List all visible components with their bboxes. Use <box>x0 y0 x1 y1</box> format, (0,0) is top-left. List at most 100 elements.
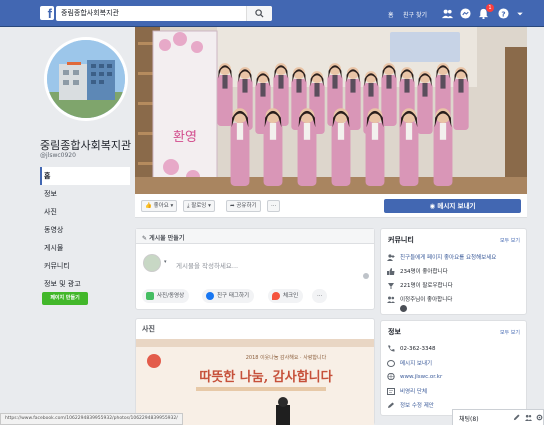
cover-person-shirt <box>296 79 302 93</box>
friend-avatar[interactable] <box>400 305 407 312</box>
location-pin-icon <box>272 292 280 300</box>
invite-friends-text: 친구들에게 페이지 좋아요를 요청해보세요 <box>400 255 497 261</box>
search-box[interactable]: 중림종합사회복지관 <box>56 6 272 21</box>
search-button[interactable] <box>246 6 272 21</box>
nav-item-home[interactable]: 홈 <box>40 167 130 185</box>
like-button[interactable]: 👍 좋아요 ▾ <box>141 200 178 212</box>
photo-video-chip[interactable]: 사진/동영상 <box>142 289 190 303</box>
svg-text:?: ? <box>501 9 505 18</box>
follow-icon <box>388 283 394 289</box>
cover-person-shirt <box>242 79 248 93</box>
cover-person-shirt <box>368 83 374 97</box>
search-input[interactable]: 중림종합사회복지관 <box>61 8 119 18</box>
cover-person-shirt <box>404 79 410 93</box>
cover-person-shirt <box>371 123 379 140</box>
friends-like-icon <box>387 296 395 303</box>
more-actions-button[interactable]: ··· <box>267 200 281 212</box>
chat-bar[interactable]: 채팅(8) <box>452 409 544 425</box>
cover-person-shirt <box>260 83 266 97</box>
globe-icon <box>387 373 395 380</box>
avatar-dropdown-icon[interactable]: ▾ <box>164 259 167 265</box>
nav-item-posts[interactable]: 게시물 <box>40 239 130 257</box>
post-composer: ✎ 게시물 만들기 ▾ 게시물을 작성하세요... 사진/동영상 친구 태그하기… <box>135 228 375 310</box>
invite-friends-row[interactable]: 친구들에게 페이지 좋아요를 요청해보세요 <box>387 253 496 261</box>
avatar[interactable] <box>143 254 161 272</box>
chat-label: 채팅(8) <box>459 416 479 423</box>
community-title: 커뮤니티 <box>388 236 414 244</box>
emoji-icon[interactable] <box>363 273 369 279</box>
category-row[interactable]: 비영리 단체 <box>387 387 427 395</box>
cover-photo[interactable]: 환영 <box>135 27 527 194</box>
friend-likes-text: 이정주님이 좋아합니다 <box>400 297 453 303</box>
page-handle: @jlswc0920 <box>40 152 76 159</box>
nav-item-info-ads[interactable]: 정보 및 광고 <box>40 275 130 293</box>
chat-settings-icon[interactable] <box>536 414 543 421</box>
suggest-edit-row[interactable]: 정보 수정 제안 <box>387 401 434 409</box>
thumbs-up-icon <box>387 268 395 275</box>
tag-friends-chip[interactable]: 친구 태그하기 <box>202 289 255 303</box>
invite-icon <box>387 254 395 261</box>
page-action-bar: 👍 좋아요 ▾ ⤓ 팔로잉 ▾ ➦ 공유하기 ··· ◉ 메시지 보내기 <box>135 194 527 218</box>
phone-icon <box>388 345 395 352</box>
photo-video-label: 사진/동영상 <box>157 293 185 299</box>
cover-person-shirt <box>440 75 446 89</box>
check-in-label: 체크인 <box>283 293 299 299</box>
cover-person-shirt <box>439 123 447 140</box>
composer-header[interactable]: ✎ 게시물 만들기 <box>136 229 374 244</box>
website-row[interactable]: www.jlswc.or.kr <box>387 373 442 380</box>
tag-friends-label: 친구 태그하기 <box>217 293 250 299</box>
share-button[interactable]: ➦ 공유하기 <box>226 200 261 212</box>
cover-person-shirt <box>236 123 244 140</box>
photo-banner-title: 따뜻한 나눔, 감사합니다 <box>199 369 332 385</box>
photos-title: 사진 <box>142 325 155 333</box>
category-icon <box>387 388 395 395</box>
likes-count-row: 234명이 좋아합니다 <box>387 267 448 275</box>
profile-picture[interactable] <box>44 37 128 121</box>
cover-person-shirt <box>222 75 228 89</box>
composer-more-button[interactable]: ··· <box>312 289 328 303</box>
friend-likes-row[interactable]: 이정주님이 좋아합니다 <box>387 295 452 303</box>
followers-count-row: 221명이 팔로우합니다 <box>387 281 453 289</box>
send-message-row[interactable]: 메시지 보내기 <box>387 359 432 367</box>
nav-item-videos[interactable]: 동영상 <box>40 221 130 239</box>
follow-button[interactable]: ⤓ 팔로잉 ▾ <box>183 200 215 212</box>
create-page-button[interactable]: 페이지 만들기 <box>42 292 88 305</box>
community-card: 커뮤니티 모두 보기 친구들에게 페이지 좋아요를 요청해보세요 234명이 좋… <box>380 228 527 315</box>
group-chat-icon[interactable] <box>525 414 532 421</box>
new-message-icon[interactable] <box>513 414 520 421</box>
followers-count-text: 221명이 팔로우합니다 <box>400 283 453 289</box>
cover-person-shirt <box>386 75 392 89</box>
messenger-outline-icon <box>387 360 395 367</box>
send-message-text: 메시지 보내기 <box>400 361 433 367</box>
phone-text: 02-362-3348 <box>400 346 436 352</box>
status-bar-url: https://www.facebook.com/106229483995593… <box>0 413 183 425</box>
cover-person-shirt <box>314 83 320 97</box>
nav-item-community[interactable]: 커뮤니티 <box>40 257 130 275</box>
help-icon[interactable]: ? <box>498 8 509 19</box>
info-see-all-link[interactable]: 모두 보기 <box>500 329 520 336</box>
check-in-chip[interactable]: 체크인 <box>268 289 304 303</box>
dropdown-icon[interactable] <box>516 8 524 19</box>
facebook-logo[interactable]: f <box>40 6 54 20</box>
likes-count-text: 234명이 좋아합니다 <box>400 269 448 275</box>
composer-input[interactable]: 게시물을 작성하세요... <box>176 260 238 270</box>
nav-item-about[interactable]: 정보 <box>40 185 130 203</box>
info-card: 정보 모두 보기 02-362-3348 메시지 보내기 www.jlswc.o… <box>380 320 527 416</box>
category-text: 비영리 단체 <box>400 389 428 395</box>
messenger-icon[interactable] <box>460 8 471 19</box>
find-friends-link[interactable]: 친구 찾기 <box>403 10 427 19</box>
suggest-edit-text: 정보 수정 제안 <box>400 403 434 409</box>
top-bar: f 중림종합사회복지관 홈 친구 찾기 1 ? <box>0 0 544 27</box>
tag-friends-icon <box>206 292 214 300</box>
home-link[interactable]: 홈 <box>388 10 394 19</box>
notification-badge: 1 <box>486 4 494 12</box>
cover-person-shirt <box>278 75 284 89</box>
info-title: 정보 <box>388 328 401 336</box>
nav-item-photos[interactable]: 사진 <box>40 203 130 221</box>
cover-person-shirt <box>422 83 428 97</box>
follow-label: 팔로잉 <box>191 203 207 209</box>
cover-person-shirt <box>350 79 356 93</box>
send-message-button[interactable]: ◉ 메시지 보내기 <box>384 199 521 213</box>
community-see-all-link[interactable]: 모두 보기 <box>500 237 520 244</box>
friends-icon[interactable] <box>442 8 453 19</box>
